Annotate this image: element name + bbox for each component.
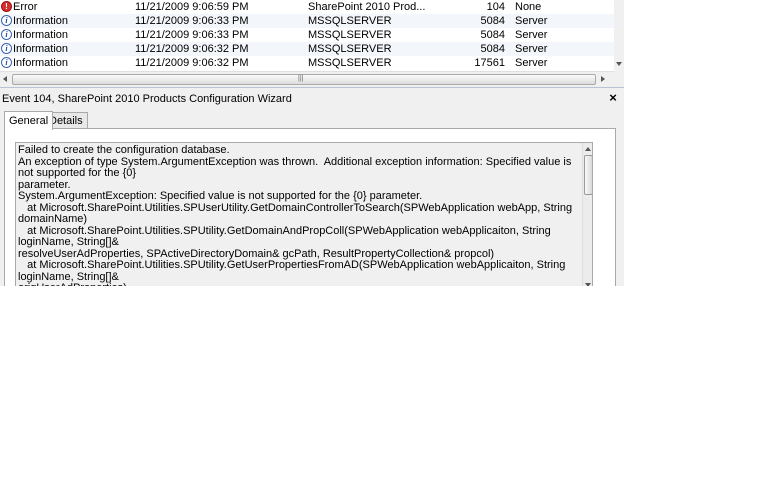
close-icon[interactable]: × — [606, 91, 620, 105]
date-cell: 11/21/2009 9:06:33 PM — [135, 15, 249, 27]
date-cell: 11/21/2009 9:06:32 PM — [135, 57, 249, 69]
event-id-cell: 17561 — [474, 57, 505, 69]
level-cell: i Information — [0, 28, 130, 42]
event-row-1[interactable]: i Information 11/21/2009 9:06:33 PM MSSQ… — [0, 14, 614, 28]
level-text: Information — [13, 15, 69, 27]
scroll-left-arrow-icon[interactable] — [3, 76, 7, 82]
event-viewer-window: ! Error 11/21/2009 9:06:59 PM SharePoint… — [0, 0, 624, 286]
level-text: Information — [13, 43, 69, 55]
event-list-horizontal-scrollbar[interactable]: ||| — [0, 71, 614, 86]
scroll-grip-icon: ||| — [298, 75, 304, 82]
date-cell: 11/21/2009 9:06:33 PM — [135, 29, 249, 41]
level-cell: i Information — [0, 42, 130, 56]
info-icon: i — [1, 29, 12, 40]
event-list-vertical-scrollbar[interactable] — [614, 0, 624, 71]
level-cell: i Information — [0, 56, 130, 70]
general-tab-panel: Failed to create the configuration datab… — [4, 128, 616, 286]
info-icon: i — [1, 57, 12, 68]
level-text: Error — [13, 1, 38, 13]
category-cell: Server — [515, 43, 548, 55]
source-cell: SharePoint 2010 Prod... — [308, 1, 426, 13]
source-cell: MSSQLSERVER — [308, 15, 392, 27]
event-id-cell: 5084 — [480, 43, 505, 55]
level-cell: i Information — [0, 14, 130, 28]
source-cell: MSSQLSERVER — [308, 57, 392, 69]
horizontal-scroll-thumb[interactable] — [12, 74, 596, 85]
level-text: Information — [13, 29, 69, 41]
scroll-down-arrow-icon[interactable] — [585, 283, 591, 286]
scroll-up-arrow-icon[interactable] — [585, 147, 591, 151]
category-cell: Server — [515, 57, 548, 69]
category-cell: Server — [515, 29, 548, 41]
event-detail-header: Event 104, SharePoint 2010 Products Conf… — [0, 87, 624, 110]
event-id-cell: 104 — [486, 1, 505, 13]
level-text: Information — [13, 57, 69, 69]
event-detail-title: Event 104, SharePoint 2010 Products Conf… — [2, 93, 292, 105]
event-list: ! Error 11/21/2009 9:06:59 PM SharePoint… — [0, 0, 614, 71]
category-cell: None — [515, 1, 542, 13]
tab-general[interactable]: General — [4, 111, 54, 130]
source-cell: MSSQLSERVER — [308, 43, 392, 55]
info-icon: i — [1, 15, 12, 26]
source-cell: MSSQLSERVER — [308, 29, 392, 41]
event-description-text: Failed to create the configuration datab… — [18, 144, 573, 286]
event-description-box[interactable]: Failed to create the configuration datab… — [15, 142, 593, 286]
category-cell: Server — [515, 15, 548, 27]
event-row-3[interactable]: i Information 11/21/2009 9:06:32 PM MSSQ… — [0, 42, 614, 56]
level-cell: ! Error — [0, 0, 130, 14]
event-row-4[interactable]: i Information 11/21/2009 9:06:32 PM MSSQ… — [0, 56, 614, 70]
scroll-right-arrow-icon[interactable] — [601, 76, 605, 82]
date-cell: 11/21/2009 9:06:32 PM — [135, 43, 249, 55]
event-id-cell: 5084 — [480, 15, 505, 27]
event-row-0[interactable]: ! Error 11/21/2009 9:06:59 PM SharePoint… — [0, 0, 614, 14]
date-cell: 11/21/2009 9:06:59 PM — [135, 1, 249, 13]
event-row-2[interactable]: i Information 11/21/2009 9:06:33 PM MSSQ… — [0, 28, 614, 42]
vertical-scroll-thumb[interactable] — [584, 155, 592, 195]
event-id-cell: 5084 — [480, 29, 505, 41]
info-icon: i — [1, 43, 12, 54]
description-vertical-scrollbar[interactable] — [582, 143, 592, 286]
scroll-down-arrow-icon[interactable] — [616, 62, 622, 66]
error-icon: ! — [1, 1, 12, 12]
